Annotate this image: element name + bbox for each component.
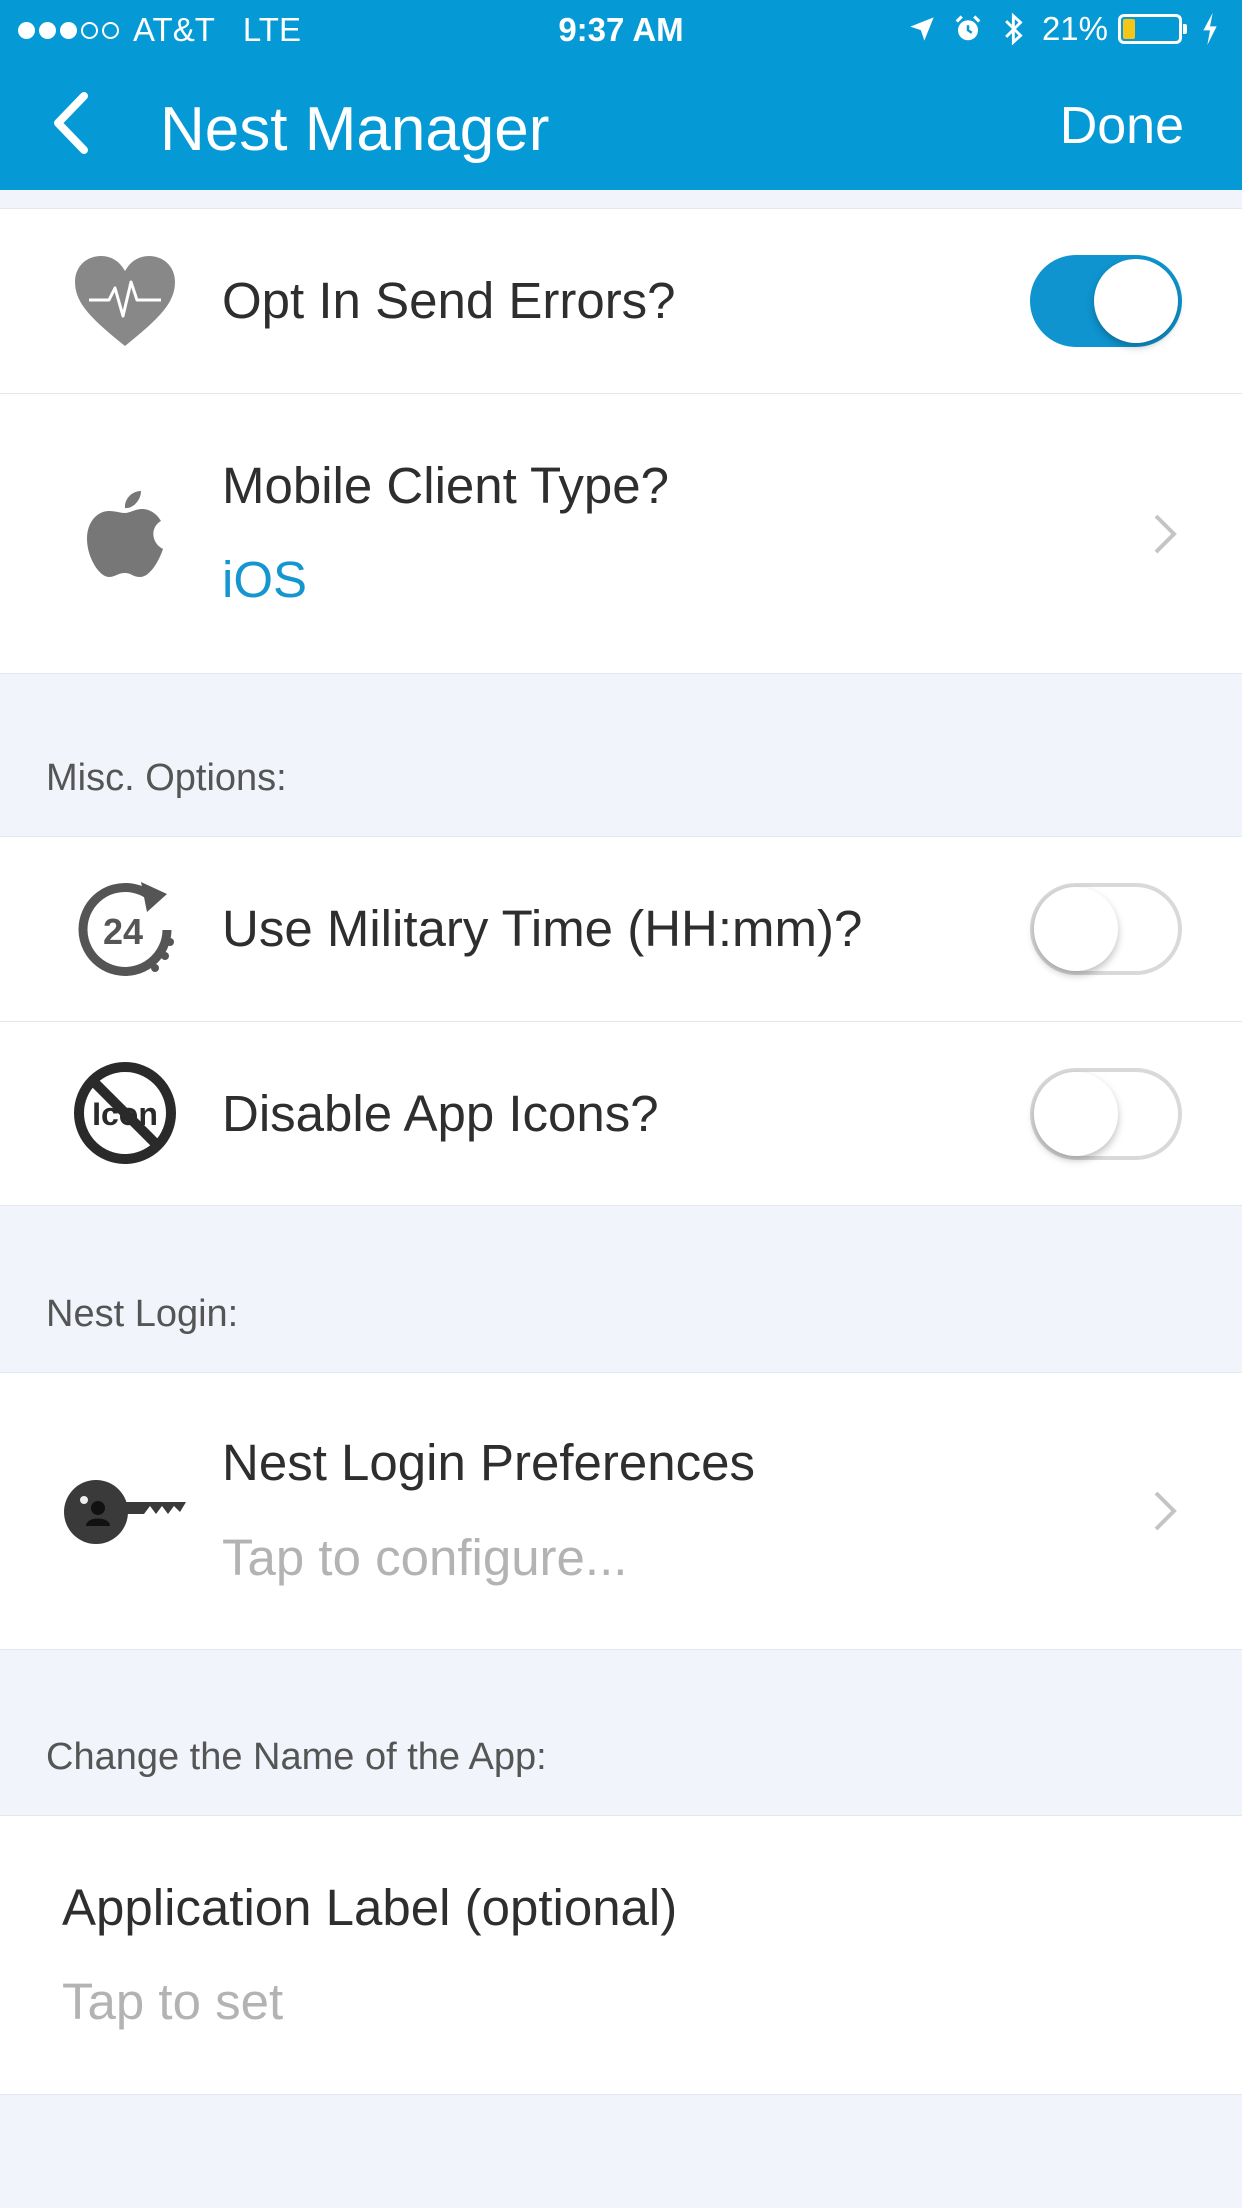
- chevron-right-icon: [1154, 514, 1177, 554]
- alarm-icon: [950, 11, 986, 47]
- heartbeat-icon: [70, 247, 180, 357]
- mobile-client-label: Mobile Client Type?: [222, 457, 669, 514]
- nest-login-value: Tap to configure...: [222, 1529, 628, 1586]
- mobile-client-row[interactable]: Mobile Client Type? iOS: [0, 394, 1242, 674]
- send-errors-toggle[interactable]: [1030, 255, 1182, 347]
- back-chevron-icon: [54, 92, 88, 154]
- disable-icons-label: Disable App Icons?: [222, 1085, 659, 1142]
- apple-icon: [70, 478, 180, 588]
- clock-24-text: 24: [103, 911, 143, 952]
- back-button[interactable]: [44, 88, 104, 158]
- chevron-right-icon: [1154, 1491, 1177, 1531]
- top-bar: AT&T LTE 9:37 AM 21% Nest Manager Done: [0, 0, 1242, 190]
- app-label-row[interactable]: Application Label (optional) Tap to set: [0, 1815, 1242, 2095]
- charging-icon: [1192, 11, 1228, 47]
- battery-percent: 21%: [1041, 10, 1108, 47]
- done-button[interactable]: Done: [1060, 96, 1184, 156]
- military-time-toggle[interactable]: [1030, 883, 1182, 975]
- military-time-label: Use Military Time (HH:mm)?: [222, 900, 863, 957]
- send-errors-label: Opt In Send Errors?: [222, 272, 676, 329]
- disable-icons-row[interactable]: Icon Disable App Icons?: [0, 1022, 1242, 1206]
- battery-icon: [1118, 14, 1187, 44]
- nest-login-header: Nest Login:: [46, 1293, 239, 1335]
- misc-options-header: Misc. Options:: [46, 757, 287, 799]
- military-time-row[interactable]: 24 Use Military Time (HH:mm)?: [0, 836, 1242, 1022]
- rename-app-header: Change the Name of the App:: [46, 1736, 547, 1778]
- key-user-icon: [60, 1457, 192, 1567]
- nest-login-row[interactable]: Nest Login Preferences Tap to configure.…: [0, 1372, 1242, 1650]
- navigation-bar: Nest Manager Done: [0, 60, 1242, 190]
- nest-login-label: Nest Login Preferences: [222, 1434, 755, 1491]
- no-icon-icon: Icon: [70, 1058, 180, 1168]
- location-icon: [904, 11, 940, 47]
- app-label-label: Application Label (optional): [62, 1879, 678, 1936]
- send-errors-row[interactable]: Opt In Send Errors?: [0, 208, 1242, 394]
- app-label-input[interactable]: Tap to set: [62, 1972, 283, 2031]
- status-bar: AT&T LTE 9:37 AM 21%: [0, 0, 1242, 60]
- page-title: Nest Manager: [160, 95, 550, 164]
- clock-24-icon: 24: [70, 875, 180, 985]
- bluetooth-icon: [996, 11, 1032, 47]
- mobile-client-value: iOS: [222, 551, 308, 608]
- disable-icons-toggle[interactable]: [1030, 1068, 1182, 1160]
